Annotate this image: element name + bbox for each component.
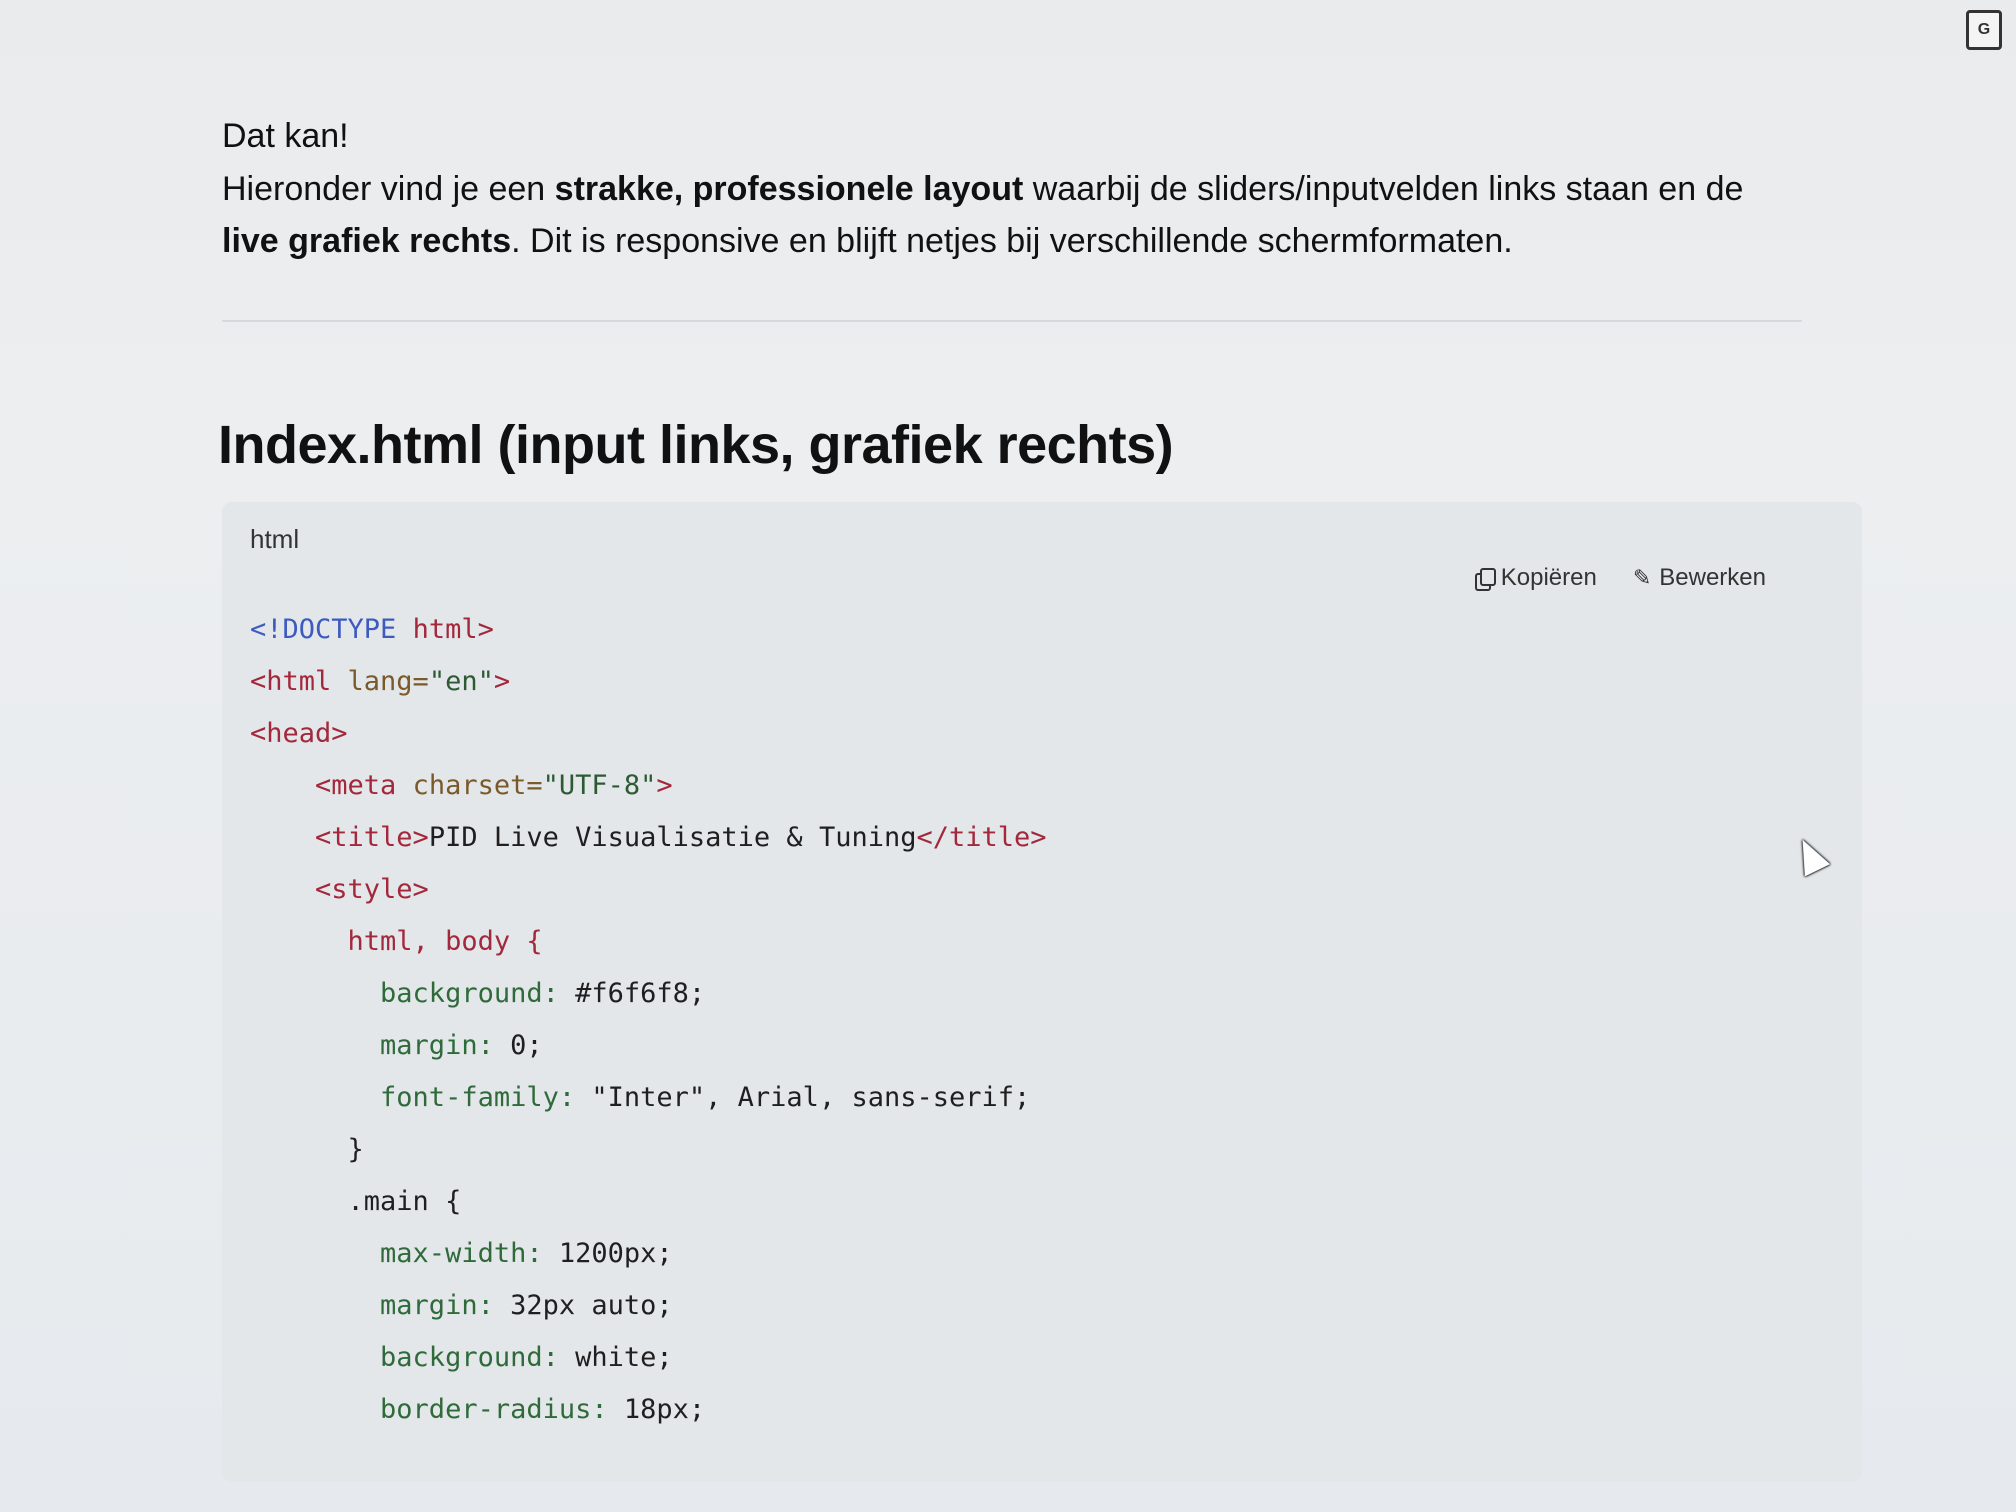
- intro-paragraph: Hieronder vind je een strakke, professio…: [222, 163, 1802, 268]
- intro-text-3: . Dit is responsive en blijft netjes bij…: [511, 222, 1513, 261]
- intro-greeting: Dat kan!: [222, 117, 349, 155]
- code-line: background: #f6f6f8;: [250, 978, 706, 1010]
- edit-button[interactable]: ✎ Bewerken: [1633, 564, 1766, 592]
- code-line: <html lang="en">: [250, 666, 511, 698]
- code-line: html, body {: [250, 926, 543, 958]
- code-line: max-width: 1200px;: [250, 1238, 673, 1270]
- section-divider: [222, 320, 1802, 323]
- intro-bold-2: live grafiek rechts: [222, 222, 512, 261]
- code-language-label: html: [250, 524, 300, 555]
- code-line: margin: 0;: [250, 1030, 543, 1062]
- code-line: }: [250, 1134, 364, 1166]
- code-block-card: html Kopiëren ✎ Bewerken <!DOCTYPE html>…: [222, 502, 1862, 1483]
- intro-text-1: Hieronder vind je een: [222, 169, 555, 208]
- code-actions: Kopiëren ✎ Bewerken: [1474, 564, 1766, 592]
- chat-page: G Dat kan! Hieronder vind je een strakke…: [0, 0, 2016, 1512]
- translate-icon[interactable]: G: [1966, 10, 2002, 50]
- code-content[interactable]: <!DOCTYPE html> <html lang="en"> <head> …: [250, 604, 1047, 1436]
- edit-label: Bewerken: [1659, 564, 1766, 592]
- pencil-icon: ✎: [1632, 565, 1652, 591]
- copy-label: Kopiëren: [1500, 564, 1597, 592]
- intro-text-2: waarbij de sliders/inputvelden links sta…: [1023, 169, 1744, 208]
- code-line: <!DOCTYPE html>: [250, 614, 494, 646]
- code-line: <meta charset="UTF-8">: [250, 770, 673, 802]
- code-line: <style>: [250, 874, 429, 906]
- code-line: background: white;: [250, 1342, 673, 1374]
- message-content: Dat kan! Hieronder vind je een strakke, …: [218, 110, 1862, 1483]
- code-line: <title>PID Live Visualisatie & Tuning</t…: [250, 822, 1047, 854]
- copy-icon: [1474, 568, 1496, 592]
- section-heading: Index.html (input links, grafiek rechts): [218, 415, 1174, 476]
- copy-button[interactable]: Kopiëren: [1474, 564, 1597, 592]
- code-line: font-family: "Inter", Arial, sans-serif;: [250, 1082, 1031, 1114]
- code-line: margin: 32px auto;: [250, 1290, 673, 1322]
- code-line: .main {: [250, 1186, 462, 1218]
- code-line: border-radius: 18px;: [250, 1394, 706, 1426]
- code-line: <head>: [250, 718, 348, 750]
- intro-bold-1: strakke, professionele layout: [554, 169, 1024, 208]
